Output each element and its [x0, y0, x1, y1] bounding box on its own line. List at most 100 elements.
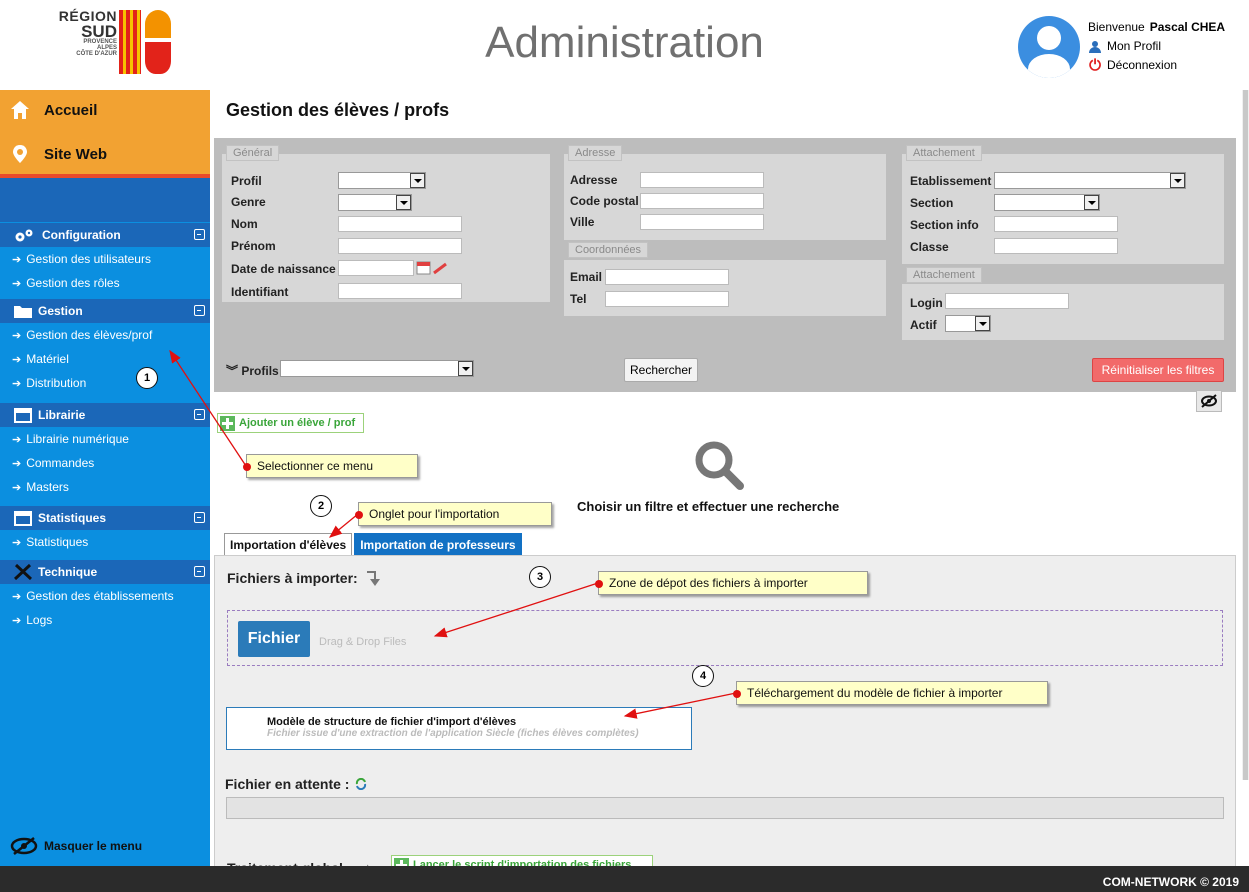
- sidebar-section-gestion[interactable]: Gestion: [0, 299, 210, 323]
- hide-menu-label: Masquer le menu: [44, 839, 143, 853]
- annotation-callout-1: Selectionner ce menu: [243, 454, 418, 478]
- page-scrollbar[interactable]: [1242, 90, 1249, 780]
- hide-menu-button[interactable]: Masquer le menu: [0, 826, 210, 866]
- reset-filters-button[interactable]: Réinitialiser les filtres: [1092, 358, 1224, 382]
- collapse-icon[interactable]: [194, 409, 205, 420]
- sidebar-item-label: Commandes: [26, 456, 95, 470]
- tab-import-professeurs[interactable]: Importation de professeurs: [354, 533, 522, 555]
- sidebar-item-distribution[interactable]: ➔ Distribution: [0, 371, 210, 395]
- sidebar-item-statistiques[interactable]: ➔ Statistiques: [0, 530, 210, 554]
- file-select-button[interactable]: Fichier: [238, 621, 310, 657]
- search-button[interactable]: Rechercher: [624, 358, 698, 382]
- sidebar-section-label: Technique: [38, 565, 98, 579]
- sidebar-section-label: Configuration: [42, 228, 121, 242]
- sidebar-item-label: Site Web: [44, 145, 108, 163]
- add-student-button[interactable]: Ajouter un élève / prof: [217, 413, 364, 433]
- arrow-right-icon: ➔: [12, 433, 22, 446]
- collapse-icon[interactable]: [194, 229, 205, 240]
- ville-field[interactable]: [640, 214, 764, 230]
- welcome-line: Bienvenue Pascal CHEA: [1088, 18, 1225, 37]
- chevron-down-icon: [410, 173, 425, 188]
- email-field[interactable]: [605, 269, 729, 285]
- sidebar-item-masters[interactable]: ➔ Masters: [0, 475, 210, 499]
- sidebar-item-gestion-eleves-prof[interactable]: ➔ Gestion des élèves/prof: [0, 323, 210, 347]
- double-chevron-down-icon: ︾: [226, 364, 239, 378]
- sidebar-top: Accueil Site Web: [0, 90, 210, 174]
- toggle-filters-button[interactable]: [1196, 390, 1222, 412]
- profils-select[interactable]: [280, 360, 474, 377]
- label-nom: Nom: [231, 217, 258, 231]
- search-magnifier-icon: [695, 441, 744, 490]
- calendar-picker-icon[interactable]: [416, 260, 450, 276]
- eye-slash-icon: [1201, 394, 1217, 408]
- sidebar-item-gestion-roles[interactable]: ➔ Gestion des rôles: [0, 271, 210, 295]
- tab-import-eleves[interactable]: Importation d'élèves: [224, 533, 353, 555]
- chevron-down-icon: [975, 316, 990, 331]
- logout-link[interactable]: ⏻ Déconnexion: [1088, 56, 1225, 75]
- label-genre: Genre: [231, 195, 266, 209]
- profil-select[interactable]: [338, 172, 426, 189]
- collapse-icon[interactable]: [194, 512, 205, 523]
- annotation-text: Téléchargement du modèle de fichier à im…: [747, 686, 1003, 700]
- code-postal-field[interactable]: [640, 193, 764, 209]
- profiles-label: Profils: [241, 364, 279, 378]
- section-info-field[interactable]: [994, 216, 1118, 232]
- sidebar-section-technique[interactable]: Technique: [0, 560, 210, 584]
- annotation-callout-4: Téléchargement du modèle de fichier à im…: [733, 681, 1048, 705]
- sidebar-item-gestion-utilisateurs[interactable]: ➔ Gestion des utilisateurs: [0, 247, 210, 271]
- prenom-field[interactable]: [338, 238, 462, 254]
- section-select[interactable]: [994, 194, 1100, 211]
- profile-link[interactable]: Mon Profil: [1088, 37, 1225, 56]
- user-profile-icon: [1088, 40, 1102, 53]
- sidebar-item-label: Gestion des établissements: [26, 589, 174, 603]
- fieldset-legend: Attachement: [906, 145, 982, 161]
- label-etablissement: Etablissement: [910, 174, 992, 188]
- user-name: Pascal CHEA: [1149, 20, 1226, 34]
- identifiant-field[interactable]: [338, 283, 462, 299]
- arrow-right-icon: ➔: [12, 253, 22, 266]
- label-login: Login: [910, 296, 943, 310]
- sidebar-item-site-web[interactable]: Site Web: [10, 144, 107, 164]
- genre-select[interactable]: [338, 194, 412, 211]
- label-ville: Ville: [570, 215, 595, 229]
- date-naissance-field[interactable]: [338, 260, 414, 276]
- sidebar-section-librairie[interactable]: Librairie: [0, 403, 210, 427]
- folder-icon: [14, 306, 32, 318]
- scrollbar-thumb[interactable]: [1243, 90, 1248, 780]
- tel-field[interactable]: [605, 291, 729, 307]
- sidebar: Accueil Site Web Configuration ➔ Gestion …: [0, 90, 210, 866]
- fieldset-legend: Coordonnées: [568, 242, 649, 258]
- collapse-icon[interactable]: [194, 305, 205, 316]
- chevron-down-icon: [1084, 195, 1099, 210]
- download-model-link[interactable]: Modèle de structure de fichier d'import …: [226, 707, 692, 750]
- login-field[interactable]: [945, 293, 1069, 309]
- sidebar-item-gestion-etablissements[interactable]: ➔ Gestion des établissements: [0, 584, 210, 608]
- sidebar-section-statistiques[interactable]: Statistiques: [0, 506, 210, 530]
- chevron-down-icon: [458, 361, 473, 376]
- sidebar-item-label: Logs: [26, 613, 53, 627]
- sidebar-item-logs[interactable]: ➔ Logs: [0, 608, 210, 632]
- sidebar-item-accueil[interactable]: Accueil: [10, 100, 97, 120]
- classe-field[interactable]: [994, 238, 1118, 254]
- pending-files-list: [226, 797, 1224, 819]
- sidebar-section-configuration[interactable]: Configuration: [0, 223, 210, 247]
- adresse-field[interactable]: [640, 172, 764, 188]
- etablissement-select[interactable]: [994, 172, 1186, 189]
- arrow-right-icon: ➔: [12, 329, 22, 342]
- model-title: Modèle de structure de fichier d'import …: [267, 716, 517, 728]
- label-prenom: Prénom: [231, 239, 276, 253]
- collapse-icon[interactable]: [194, 566, 205, 577]
- annotation-callout-2: Onglet pour l'importation: [355, 502, 552, 526]
- import-tabs: Importation d'élèves Importation de prof…: [224, 533, 522, 555]
- refresh-icon[interactable]: [355, 778, 367, 790]
- sidebar-item-label: Matériel: [26, 352, 69, 366]
- file-dropzone[interactable]: Fichier Drag & Drop Files: [227, 610, 1223, 666]
- profiles-toggle[interactable]: ︾ Profils: [226, 362, 279, 379]
- footer: COM-NETWORK © 2019: [0, 866, 1249, 892]
- sidebar-item-materiel[interactable]: ➔ Matériel: [0, 347, 210, 371]
- sidebar-item-commandes[interactable]: ➔ Commandes: [0, 451, 210, 475]
- sidebar-item-librairie-numerique[interactable]: ➔ Librairie numérique: [0, 427, 210, 451]
- label-classe: Classe: [910, 240, 949, 254]
- nom-field[interactable]: [338, 216, 462, 232]
- actif-select[interactable]: [945, 315, 991, 332]
